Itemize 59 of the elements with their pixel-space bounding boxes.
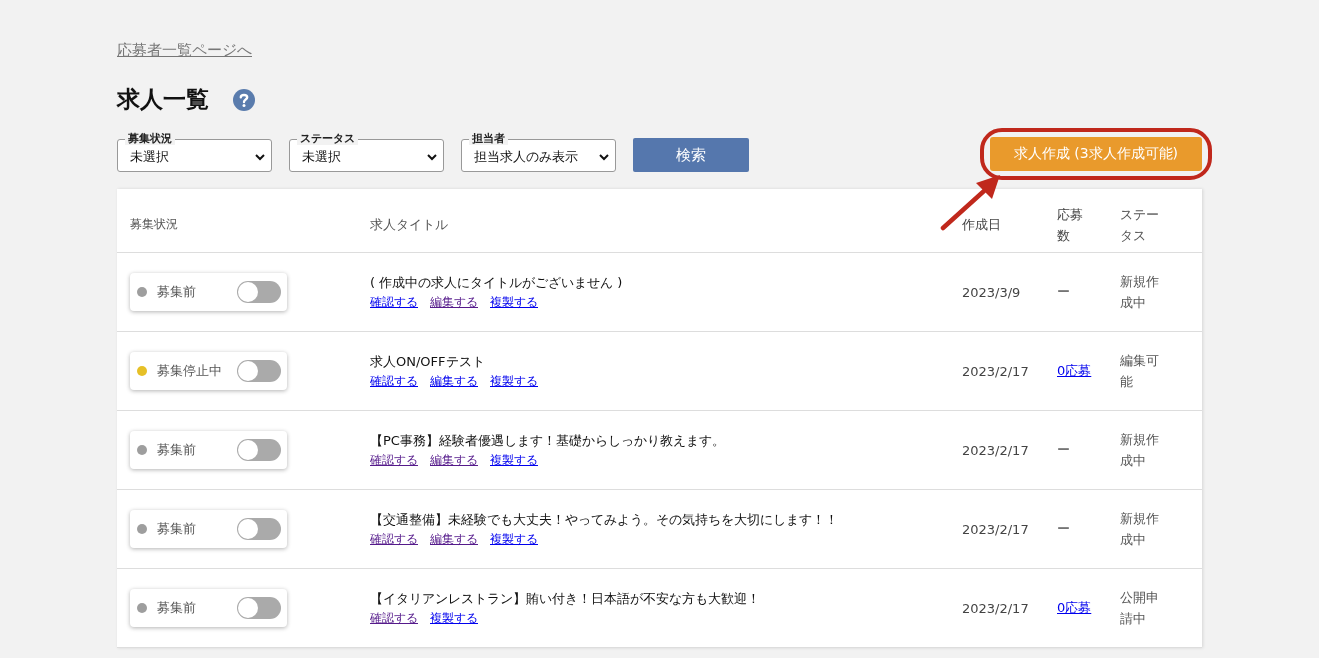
action-link[interactable]: 複製する [490, 293, 538, 311]
recruit-toggle[interactable] [237, 281, 281, 303]
help-icon[interactable] [233, 88, 255, 111]
job-status: 新規作成中 [1120, 510, 1160, 549]
applications-count: ー [1057, 520, 1071, 538]
chevron-down-icon [427, 153, 437, 161]
applications-count: ー [1057, 283, 1071, 301]
recruit-status-label: 募集前 [157, 283, 197, 301]
applications-link[interactable]: 0応募 [1057, 363, 1092, 378]
action-link[interactable]: 編集する [430, 451, 478, 469]
action-link[interactable]: 編集する [430, 530, 478, 548]
chevron-down-icon [599, 153, 609, 161]
job-title: 【イタリアンレストラン】賄い付き！日本語が不安な方も大歓迎！ [370, 589, 761, 608]
action-link[interactable]: 確認する [370, 372, 418, 390]
applications-count: ー [1057, 441, 1071, 459]
job-title: 【交通整備】未経験でも大丈夫！やってみよう。その気持ちを大切にします！！ [370, 510, 839, 529]
chevron-down-icon [255, 153, 265, 161]
action-link[interactable]: 確認する [370, 293, 418, 311]
action-link[interactable]: 複製する [490, 372, 538, 390]
action-link[interactable]: 複製する [490, 530, 538, 548]
applications-link[interactable]: 0応募 [1057, 600, 1092, 615]
action-link[interactable]: 確認する [370, 609, 418, 627]
created-date: 2023/3/9 [962, 284, 1021, 300]
recruit-status-label: 募集前 [157, 441, 197, 459]
recruit-status-label: 募集停止中 [157, 362, 223, 380]
created-date: 2023/2/17 [962, 521, 1029, 537]
recruit-toggle[interactable] [237, 439, 281, 461]
action-link[interactable]: 確認する [370, 530, 418, 548]
column-header: ステータス [1120, 205, 1160, 245]
created-date: 2023/2/17 [962, 600, 1029, 616]
job-title: 求人ON/OFFテスト [370, 352, 486, 371]
recruit-toggle[interactable] [237, 360, 281, 382]
recruit-toggle[interactable] [237, 597, 281, 619]
action-link[interactable]: 編集する [430, 293, 478, 311]
job-status: 新規作成中 [1120, 273, 1160, 312]
applicant-list-link[interactable]: 応募者一覧ページへ [117, 41, 252, 60]
created-date: 2023/2/17 [962, 363, 1029, 379]
filter-label: 担当者 [469, 132, 508, 145]
action-link[interactable]: 編集する [430, 372, 478, 390]
action-link[interactable]: 複製する [490, 451, 538, 469]
job-title: 【PC事務】経験者優遇します！基礎からしっかり教えます。 [370, 431, 726, 450]
job-status: 編集可能 [1120, 352, 1160, 391]
filter-label: ステータス [297, 132, 358, 145]
page-title: 求人一覧 [117, 85, 209, 114]
column-header: 募集状況 [130, 217, 178, 231]
search-button[interactable]: 検索 [633, 138, 749, 172]
column-header: 応募数 [1057, 205, 1084, 245]
recruit-status-label: 募集前 [157, 520, 197, 538]
recruit-status-label: 募集前 [157, 599, 197, 617]
created-date: 2023/2/17 [962, 442, 1029, 458]
column-header: 作成日 [962, 216, 1001, 232]
action-link[interactable]: 複製する [430, 609, 478, 627]
job-status: 新規作成中 [1120, 431, 1160, 470]
job-title: ( 作成中の求人にタイトルがございません ) [370, 273, 624, 292]
job-status: 公開申請中 [1120, 589, 1160, 628]
recruit-toggle[interactable] [237, 518, 281, 540]
filter-label: 募集状況 [125, 132, 175, 145]
column-header: 求人タイトル [370, 216, 448, 232]
action-link[interactable]: 確認する [370, 451, 418, 469]
